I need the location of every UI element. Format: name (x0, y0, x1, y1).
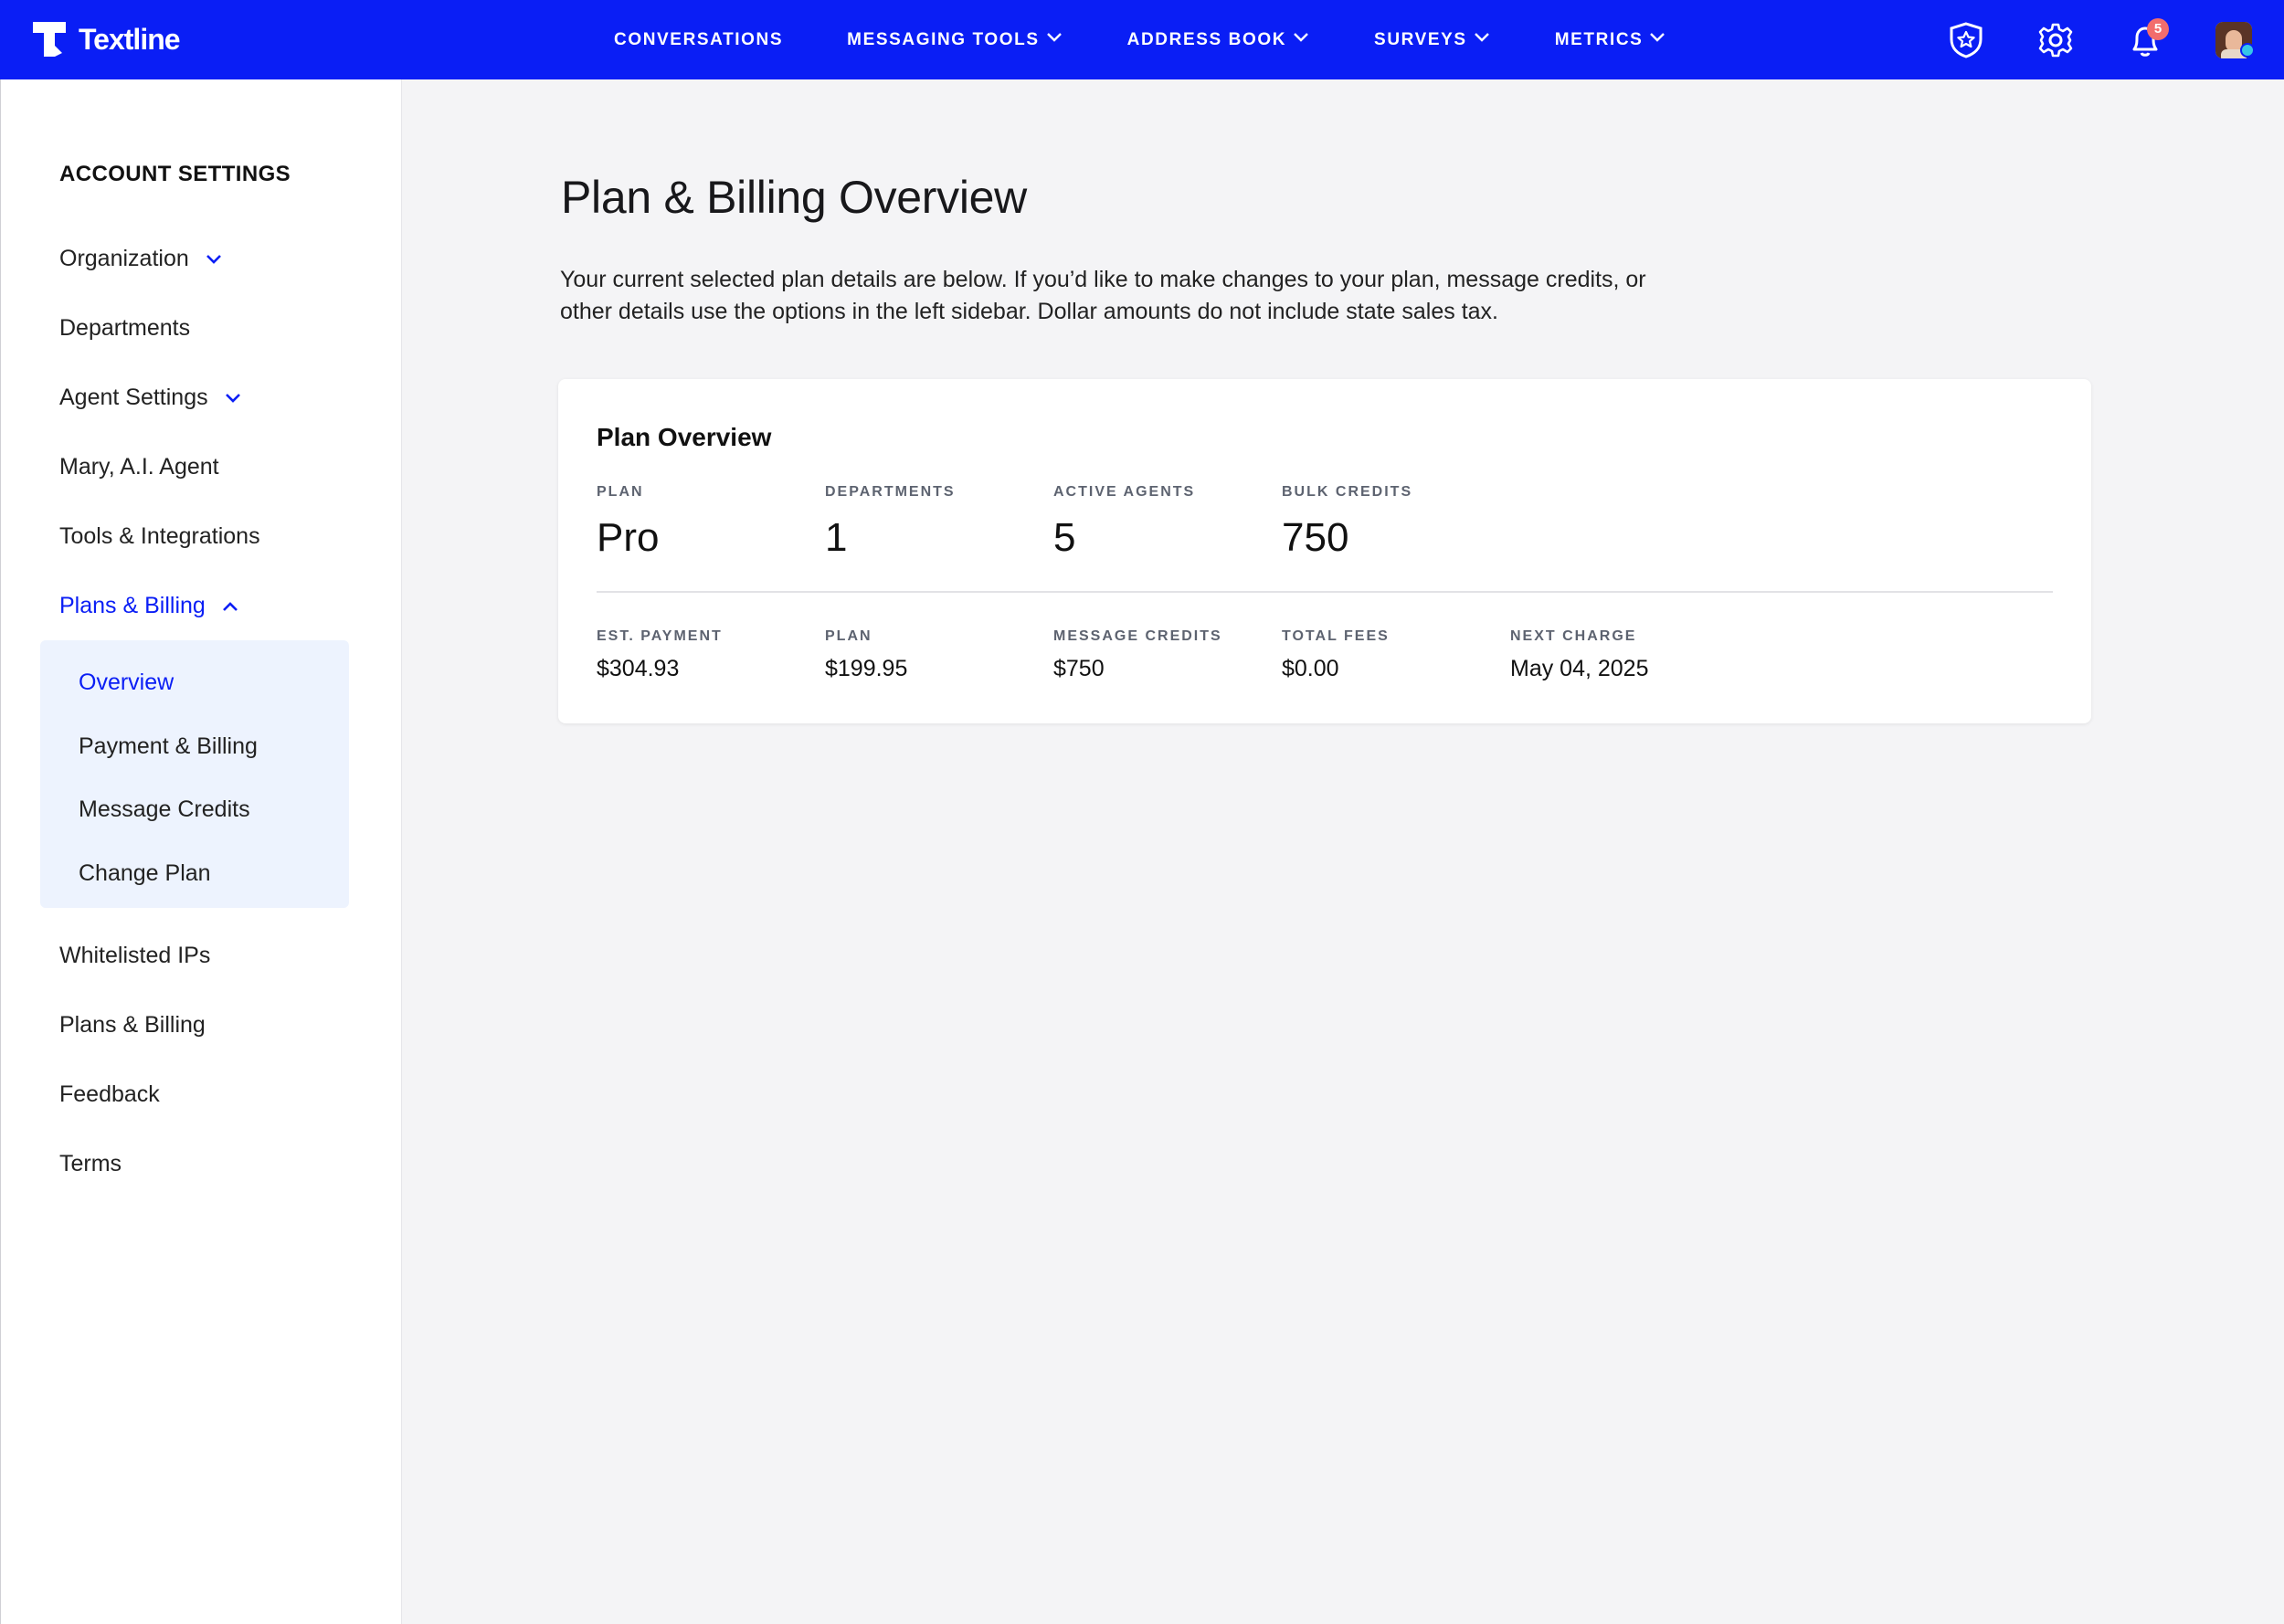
plan-overview-card: Plan Overview PLAN Pro DEPARTMENTS 1 ACT… (558, 379, 2091, 723)
metric-label: PLAN (597, 484, 644, 500)
account-settings-sidebar: ACCOUNT SETTINGS Organization Department… (0, 79, 402, 1624)
submenu-item-message-credits[interactable]: Message Credits (79, 796, 250, 823)
notifications-button[interactable]: 5 (2125, 18, 2169, 60)
metric-value: 750 (1282, 515, 1349, 560)
metric-active-agents: ACTIVE AGENTS 5 (1053, 484, 1195, 561)
metric-est-payment: EST. PAYMENT $304.93 (597, 628, 723, 682)
metric-label: NEXT CHARGE (1510, 628, 1637, 644)
settings-button[interactable] (2036, 20, 2076, 60)
sidebar-item-ai-agent[interactable]: Mary, A.I. Agent (59, 454, 219, 480)
card-divider (597, 591, 2053, 593)
online-status-indicator (2240, 43, 2255, 58)
metric-label: BULK CREDITS (1282, 484, 1413, 500)
metric-label: DEPARTMENTS (825, 484, 956, 500)
metric-bulk-credits: BULK CREDITS 750 (1282, 484, 1412, 561)
main-content: Plan & Billing Overview Your current sel… (403, 79, 2284, 1624)
sidebar-item-label: Tools & Integrations (59, 523, 260, 549)
sidebar-item-terms[interactable]: Terms (59, 1151, 122, 1177)
submenu-item-overview[interactable]: Overview (79, 670, 174, 696)
sidebar-item-label: Agent Settings (59, 385, 208, 410)
chevron-down-icon (225, 393, 240, 403)
sidebar-heading: ACCOUNT SETTINGS (59, 162, 291, 186)
sidebar-item-plans-billing-2[interactable]: Plans & Billing (59, 1012, 206, 1039)
top-icons: 5 (0, 0, 2284, 79)
metric-total-fees: TOTAL FEES $0.00 (1282, 628, 1390, 682)
sidebar-item-departments[interactable]: Departments (59, 315, 190, 342)
sidebar-item-label: Plans & Billing (59, 593, 206, 618)
sidebar-item-label: Departments (59, 315, 191, 341)
metric-plan-price: PLAN $199.95 (825, 628, 907, 682)
submenu-item-change-plan[interactable]: Change Plan (79, 860, 211, 887)
metric-next-charge: NEXT CHARGE May 04, 2025 (1510, 628, 1649, 682)
metric-value: $750 (1053, 656, 1105, 681)
metric-label: MESSAGE CREDITS (1053, 628, 1222, 644)
chevron-up-icon (222, 601, 238, 611)
metric-label: ACTIVE AGENTS (1053, 484, 1196, 500)
sidebar-item-plans-billing[interactable]: Plans & Billing (59, 593, 240, 619)
sidebar-item-label: Terms (59, 1151, 122, 1176)
sidebar-item-organization[interactable]: Organization (59, 246, 224, 272)
intro-text: Your current selected plan details are b… (560, 264, 1748, 328)
sidebar-item-label: Feedback (59, 1081, 160, 1107)
sidebar-item-label: Whitelisted IPs (59, 943, 211, 968)
sidebar-item-agent-settings[interactable]: Agent Settings (59, 385, 243, 411)
sidebar-item-whitelisted-ips[interactable]: Whitelisted IPs (59, 943, 210, 969)
top-navigation-bar: Textline CONVERSATIONS MESSAGING TOOLS A… (0, 0, 2284, 79)
sidebar-item-label: Plans & Billing (59, 1012, 206, 1038)
submenu-item-payment-billing[interactable]: Payment & Billing (79, 733, 258, 760)
gear-icon (2038, 23, 2073, 58)
metric-departments: DEPARTMENTS 1 (825, 484, 956, 561)
sidebar-item-label: Organization (59, 246, 189, 271)
metric-plan: PLAN Pro (597, 484, 659, 561)
plans-billing-submenu: Overview Payment & Billing Message Credi… (40, 640, 349, 908)
metric-message-credits: MESSAGE CREDITS $750 (1053, 628, 1222, 682)
page-title: Plan & Billing Overview (561, 172, 1027, 223)
metric-value: $304.93 (597, 656, 680, 681)
sidebar-item-feedback[interactable]: Feedback (59, 1081, 160, 1108)
chevron-down-icon (206, 254, 221, 264)
metric-value: 5 (1053, 515, 1076, 560)
shield-star-icon (1950, 22, 1983, 58)
metric-value: 1 (825, 515, 848, 560)
intro-line-2: other details use the options in the lef… (560, 299, 1499, 324)
metric-label: PLAN (825, 628, 872, 644)
metric-value: May 04, 2025 (1510, 656, 1649, 681)
notification-count-badge: 5 (2147, 18, 2169, 40)
metric-label: EST. PAYMENT (597, 628, 723, 644)
card-title: Plan Overview (597, 423, 772, 451)
metric-value: $199.95 (825, 656, 908, 681)
sidebar-item-tools-integrations[interactable]: Tools & Integrations (59, 523, 260, 550)
metric-label: TOTAL FEES (1282, 628, 1390, 644)
shield-star-button[interactable] (1946, 20, 1986, 60)
sidebar-item-label: Mary, A.I. Agent (59, 454, 219, 480)
metric-value: $0.00 (1282, 656, 1339, 681)
intro-line-1: Your current selected plan details are b… (560, 267, 1646, 292)
metric-value: Pro (597, 515, 660, 560)
